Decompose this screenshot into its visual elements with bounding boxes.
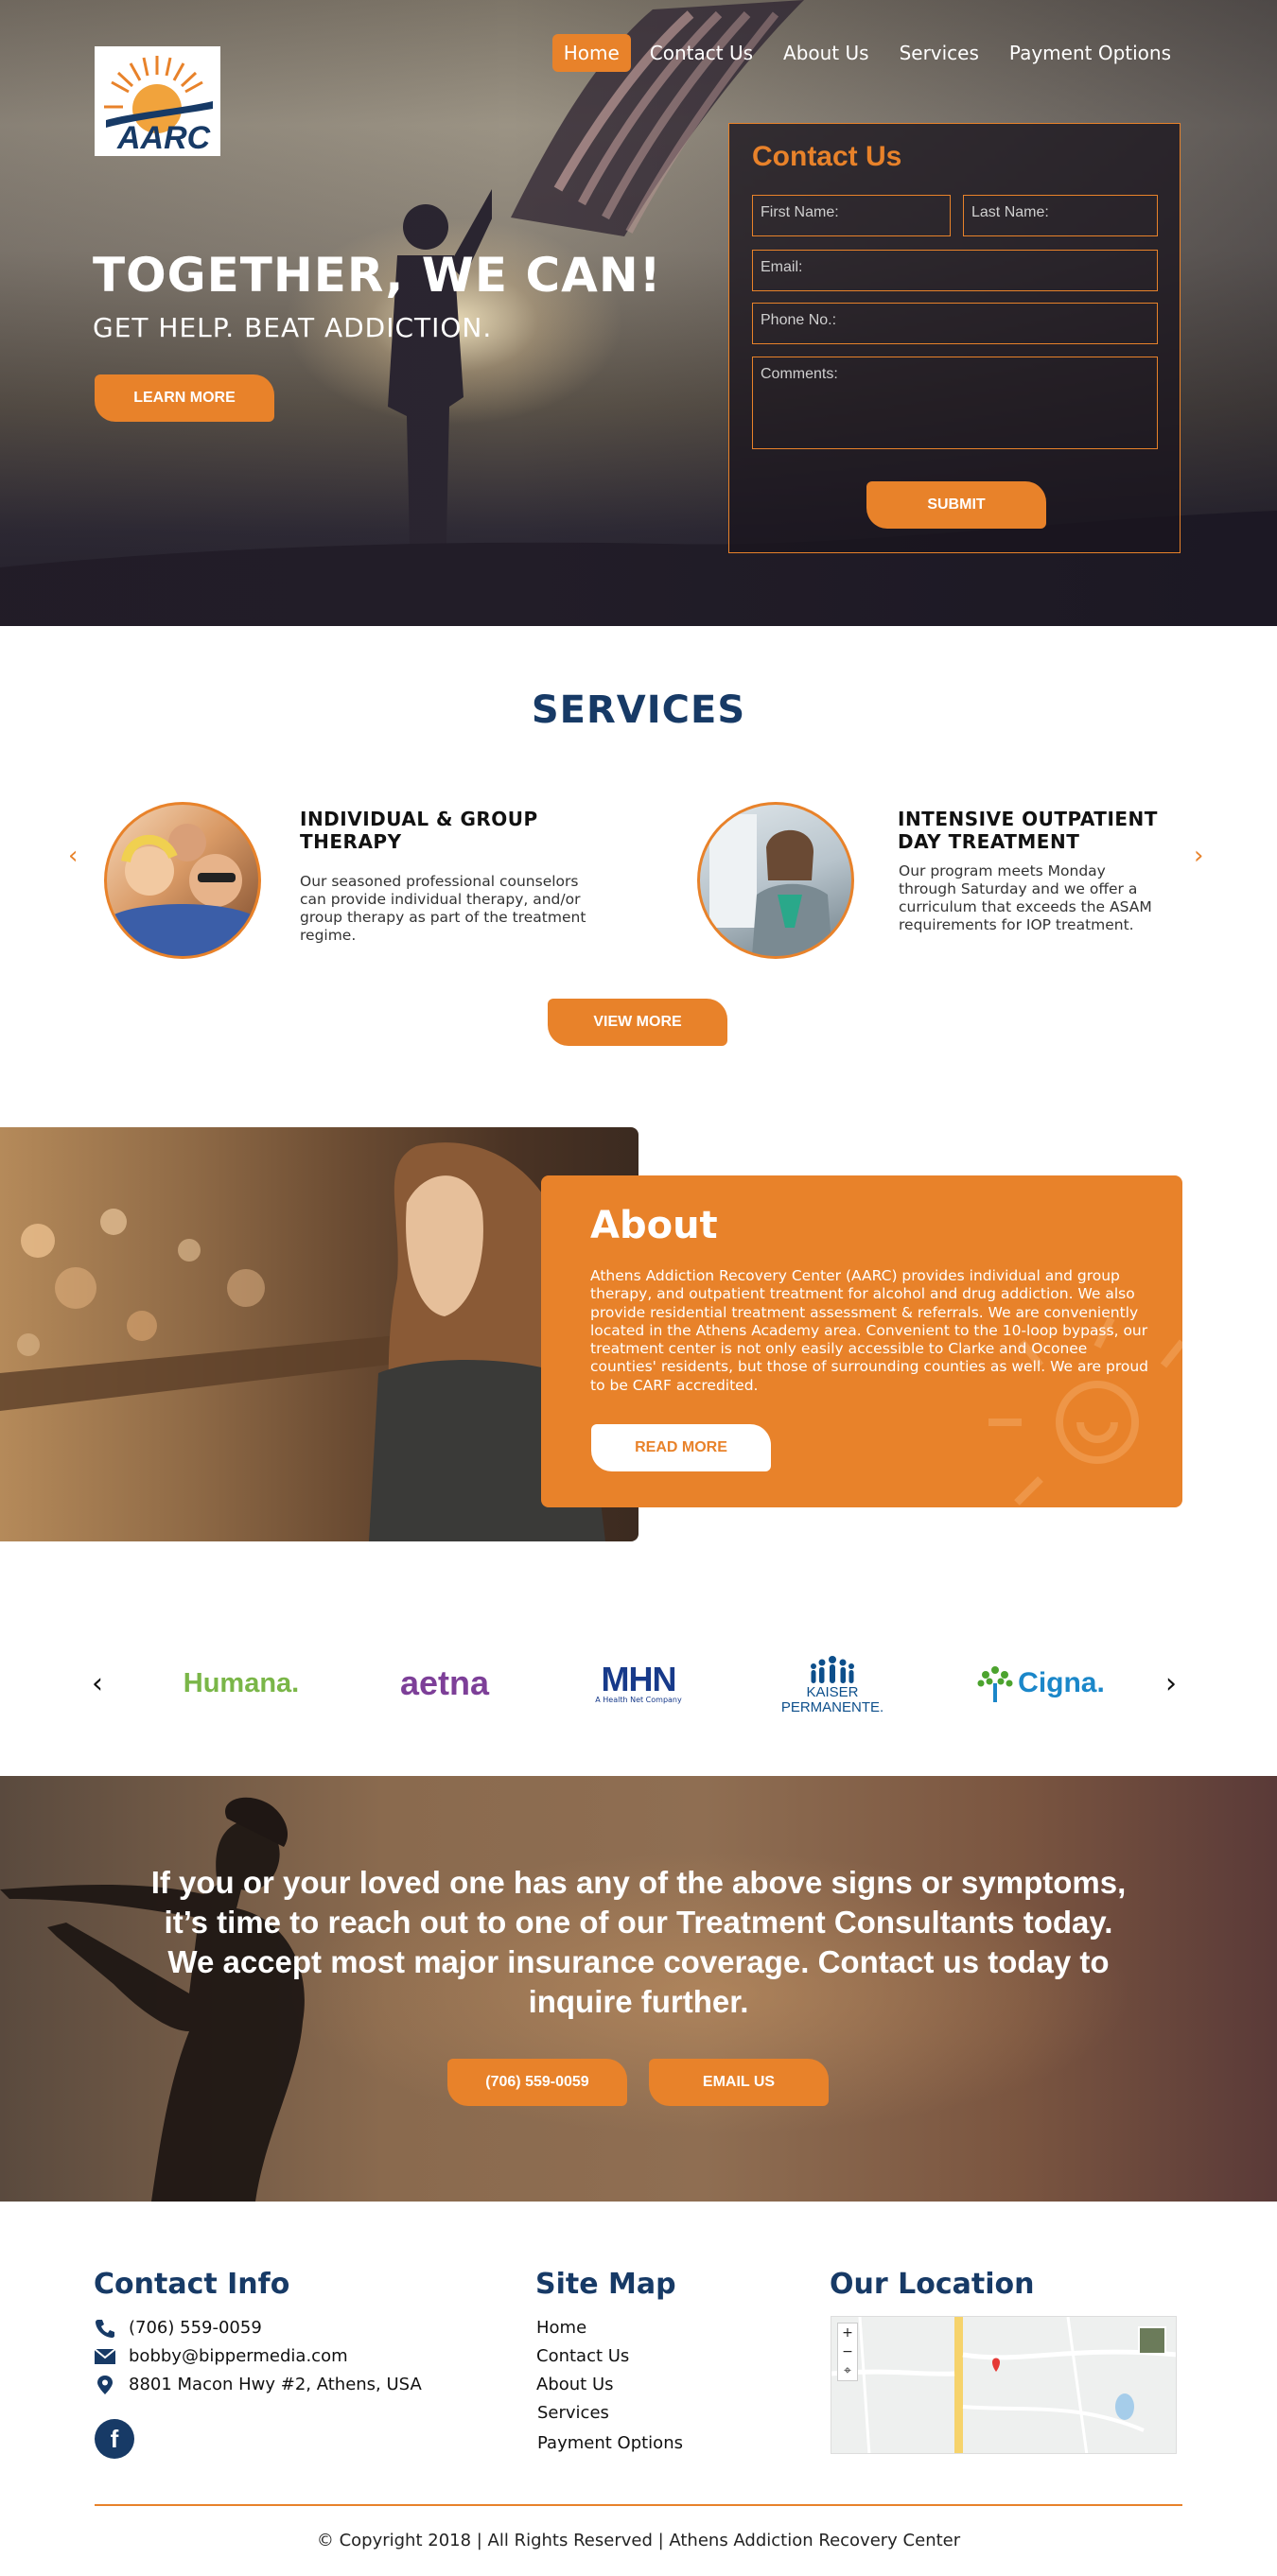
footer-email-text: bobby@bippermedia.com <box>129 2346 348 2366</box>
footer-phone-text: (706) 559-0059 <box>129 2318 262 2338</box>
hero-section: AARC Home Contact Us About Us Services P… <box>0 0 1277 626</box>
footer-phone[interactable]: (706) 559-0059 <box>95 2318 262 2338</box>
phone-field[interactable]: Phone No.: <box>752 303 1158 344</box>
service-1-title: INDIVIDUAL & GROUP THERAPY <box>300 808 538 853</box>
sitemap-contact-us[interactable]: Contact Us <box>536 2346 629 2366</box>
nav-home[interactable]: Home <box>551 34 631 72</box>
contact-info-title: Contact Info <box>94 2268 290 2301</box>
sitemap-services[interactable]: Services <box>537 2403 609 2423</box>
aetna-logo-text: aetna <box>399 1663 490 1702</box>
about-panel: About Athens Addiction Recovery Center (… <box>541 1175 1182 1507</box>
location-map[interactable]: + − ⌖ <box>831 2316 1177 2454</box>
outpatient-woman-photo <box>697 802 854 959</box>
last-name-field[interactable]: Last Name: <box>963 195 1158 236</box>
sitemap-about-us[interactable]: About Us <box>536 2375 614 2394</box>
submit-button[interactable]: SUBMIT <box>866 481 1046 529</box>
site-map-title: Site Map <box>535 2268 676 2301</box>
contact-form: Contact Us First Name: Last Name: Email:… <box>728 123 1181 553</box>
service-1-text: Our seasoned professional counselors can… <box>300 873 586 944</box>
call-phone-button[interactable]: (706) 559-0059 <box>447 2059 627 2106</box>
insurers-next-icon[interactable]: › <box>1165 1667 1177 1700</box>
insurers-prev-icon[interactable]: ‹ <box>92 1667 103 1700</box>
services-next-icon[interactable]: › <box>1194 842 1203 870</box>
nav-services[interactable]: Services <box>888 34 990 72</box>
comments-field[interactable]: Comments: <box>752 357 1158 449</box>
nav-contact-us[interactable]: Contact Us <box>638 34 764 72</box>
sitemap-payment-options[interactable]: Payment Options <box>537 2433 683 2453</box>
services-title: SERVICES <box>531 688 746 732</box>
services-prev-icon[interactable]: ‹ <box>68 842 78 870</box>
first-name-field[interactable]: First Name: <box>752 195 951 236</box>
humana-logo-text: Humana. <box>183 1667 300 1698</box>
footer-email[interactable]: bobby@bippermedia.com <box>95 2346 348 2366</box>
copyright: © Copyright 2018 | All Rights Reserved |… <box>316 2531 961 2550</box>
email-us-button[interactable]: EMAIL US <box>649 2059 829 2106</box>
main-nav: Home Contact Us About Us Services Paymen… <box>551 34 1182 72</box>
svg-text:AARC: AARC <box>116 120 211 156</box>
nav-payment-options[interactable]: Payment Options <box>998 34 1182 72</box>
cta-section: If you or your loved one has any of the … <box>0 1776 1277 2202</box>
service-2-text: Our program meets Monday through Saturda… <box>899 862 1152 933</box>
envelope-icon <box>95 2348 115 2364</box>
hero-subtitle: GET HELP. BEAT ADDICTION. <box>93 312 493 343</box>
sitemap-home[interactable]: Home <box>536 2318 586 2338</box>
cigna-tree-icon <box>977 1666 1013 1702</box>
kaiser-text-2: PERMANENTE. <box>780 1699 884 1715</box>
therapy-group-photo <box>104 802 261 959</box>
about-title: About <box>590 1204 718 1247</box>
facebook-icon[interactable]: f <box>95 2419 134 2459</box>
kaiser-people-icon <box>811 1656 854 1683</box>
footer-divider <box>95 2504 1182 2506</box>
learn-more-button[interactable]: LEARN MORE <box>95 374 274 422</box>
location-pin-icon <box>97 2375 113 2394</box>
cigna-logo: Cigna. <box>974 1650 1107 1716</box>
read-more-button[interactable]: READ MORE <box>591 1424 771 1471</box>
kaiser-text-1: KAISER <box>806 1684 859 1700</box>
hero-title: TOGETHER, WE CAN! <box>93 248 662 303</box>
map-layer-thumbnail[interactable] <box>1138 2326 1166 2355</box>
nav-about-us[interactable]: About Us <box>772 34 881 72</box>
phone-icon <box>96 2319 114 2338</box>
mhn-tagline: A Health Net Company <box>595 1695 682 1704</box>
footer-address-text: 8801 Macon Hwy #2, Athens, USA <box>129 2375 422 2394</box>
humana-logo: Humana. <box>170 1650 312 1716</box>
our-location-title: Our Location <box>830 2268 1035 2301</box>
map-zoom-controls[interactable]: + − ⌖ <box>837 2323 858 2381</box>
service-2-title: INTENSIVE OUTPATIENT DAY TREATMENT <box>898 808 1158 853</box>
mhn-logo-text: MHN <box>601 1659 677 1698</box>
aarc-logo[interactable]: AARC <box>95 46 220 156</box>
kaiser-logo: KAISER PERMANENTE. <box>771 1647 894 1723</box>
mhn-logo: MHN A Health Net Company <box>577 1650 700 1716</box>
about-text: Athens Addiction Recovery Center (AARC) … <box>590 1267 1148 1394</box>
footer-address: 8801 Macon Hwy #2, Athens, USA <box>95 2375 422 2394</box>
view-more-button[interactable]: VIEW MORE <box>548 999 727 1046</box>
email-field[interactable]: Email: <box>752 250 1158 291</box>
cigna-logo-text: Cigna. <box>1018 1667 1105 1698</box>
aetna-logo: aetna <box>378 1650 511 1716</box>
cta-message: If you or your loved one has any of the … <box>150 1865 1127 2019</box>
contact-form-title: Contact Us <box>752 141 902 172</box>
